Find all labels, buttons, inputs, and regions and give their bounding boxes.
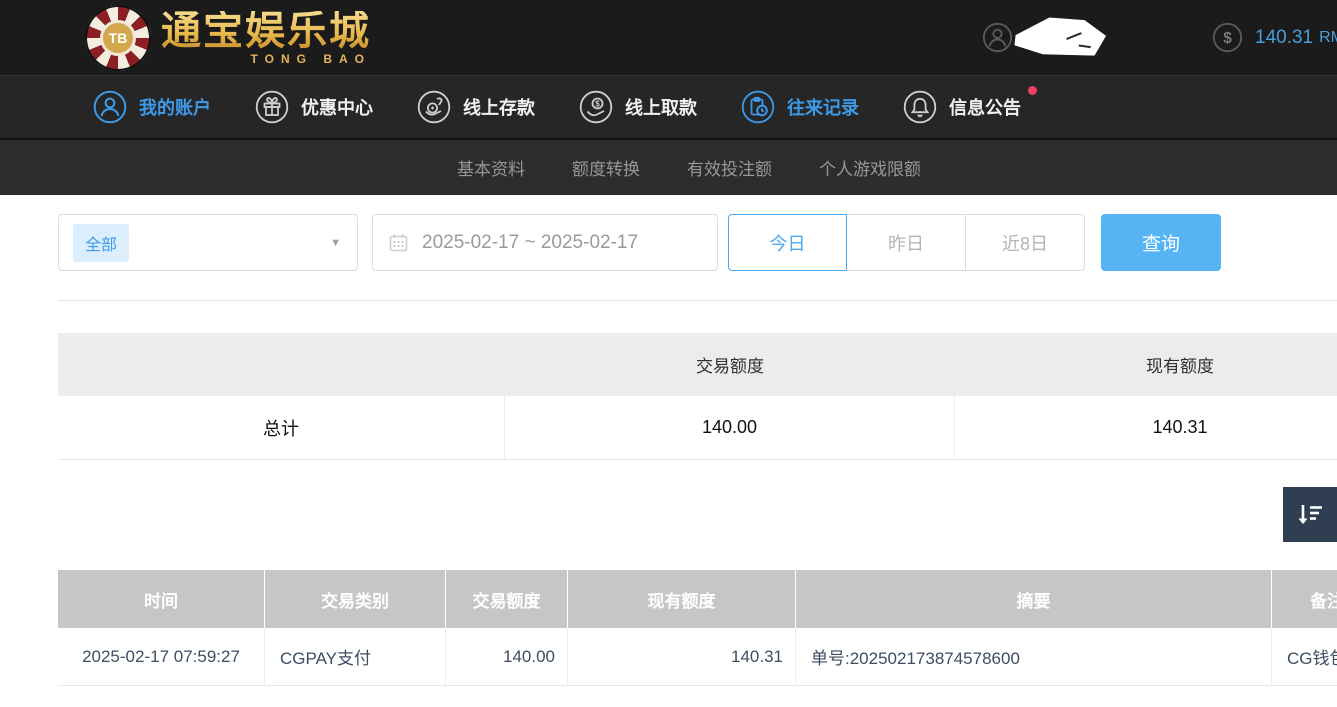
nav-item-withdraw[interactable]: $ 线上取款 bbox=[579, 90, 697, 124]
summary-col-current-amount: 现有额度 bbox=[955, 333, 1337, 396]
summary-trade-amount: 140.00 bbox=[505, 396, 955, 459]
nav-label: 往来记录 bbox=[787, 94, 859, 120]
sort-descending-button[interactable] bbox=[1283, 487, 1337, 542]
cell-summary: 单号:202502173874578600 bbox=[796, 628, 1272, 685]
summary-header-row: 交易额度 现有额度 bbox=[58, 333, 1337, 396]
sort-descending-icon bbox=[1295, 500, 1325, 530]
notification-dot bbox=[1028, 86, 1037, 95]
deposit-icon bbox=[417, 90, 451, 124]
col-remark: 备注 bbox=[1272, 570, 1337, 628]
dollar-coin-icon: $ bbox=[1212, 22, 1243, 53]
balance-currency: RMB bbox=[1319, 29, 1337, 47]
withdraw-icon: $ bbox=[579, 90, 613, 124]
nav-item-my-account[interactable]: 我的账户 bbox=[93, 90, 211, 124]
nav-item-deposit[interactable]: 线上存款 bbox=[417, 90, 535, 124]
site-subtitle: TONG BAO bbox=[161, 53, 371, 65]
chip-monogram: TB bbox=[100, 20, 136, 56]
subnav-basic-info[interactable]: 基本资料 bbox=[457, 155, 525, 180]
nav-item-records[interactable]: 往来记录 bbox=[741, 90, 859, 124]
records-table: 时间 交易类别 交易额度 现有额度 摘要 备注 2025-02-17 07:59… bbox=[58, 570, 1337, 686]
cell-trade-amount: 140.00 bbox=[446, 628, 568, 685]
chevron-down-icon: ▼ bbox=[330, 237, 341, 249]
col-type: 交易类别 bbox=[265, 570, 446, 628]
main-navigation: 我的账户 优惠中心 线上存款 $ 线上取款 bbox=[0, 75, 1337, 140]
summary-total-row: 总计 140.00 140.31 bbox=[58, 396, 1337, 460]
table-row: 2025-02-17 07:59:27 CGPAY支付 140.00 140.3… bbox=[58, 628, 1337, 686]
col-summary: 摘要 bbox=[796, 570, 1272, 628]
filter-bar: 全部 ▼ 2025-02-17 ~ 2025-02-17 今日 昨日 近8日 查… bbox=[58, 214, 1221, 271]
balance-amount: 140.31 bbox=[1255, 27, 1313, 49]
section-divider bbox=[58, 300, 1337, 301]
summary-table: 交易额度 现有额度 总计 140.00 140.31 bbox=[58, 333, 1337, 460]
summary-col-empty bbox=[58, 333, 505, 396]
cell-time: 2025-02-17 07:59:27 bbox=[58, 628, 265, 685]
gift-icon bbox=[255, 90, 289, 124]
yesterday-button[interactable]: 昨日 bbox=[847, 214, 966, 271]
summary-col-trade-amount: 交易额度 bbox=[505, 333, 955, 396]
nav-label: 线上取款 bbox=[625, 94, 697, 120]
nav-label: 优惠中心 bbox=[301, 94, 373, 120]
col-current-amount: 现有额度 bbox=[568, 570, 796, 628]
account-icon bbox=[93, 90, 127, 124]
svg-text:$: $ bbox=[595, 100, 600, 109]
top-header: TB 通宝娱乐城 TONG BAO 25 $ 140.31 RMB bbox=[0, 0, 1337, 75]
cell-remark: CG钱包 bbox=[1272, 628, 1337, 685]
calendar-icon bbox=[389, 233, 408, 252]
date-range-value: 2025-02-17 ~ 2025-02-17 bbox=[422, 232, 638, 254]
casino-chip-icon: TB bbox=[85, 5, 151, 71]
header-user-area: 25 $ 140.31 RMB bbox=[982, 0, 1337, 75]
records-icon bbox=[741, 90, 775, 124]
summary-current-amount: 140.31 bbox=[955, 396, 1337, 459]
cell-type: CGPAY支付 bbox=[265, 628, 446, 685]
svg-text:$: $ bbox=[1223, 30, 1232, 47]
col-time: 时间 bbox=[58, 570, 265, 628]
nav-item-announcements[interactable]: 信息公告 bbox=[903, 90, 1021, 124]
type-selected-chip[interactable]: 全部 bbox=[73, 224, 129, 262]
user-account[interactable]: 25 bbox=[982, 22, 1212, 53]
sub-navigation: 基本资料 额度转换 有效投注额 个人游戏限额 bbox=[0, 140, 1337, 195]
subnav-credit-transfer[interactable]: 额度转换 bbox=[572, 155, 640, 180]
col-trade-amount: 交易额度 bbox=[446, 570, 568, 628]
subnav-valid-bets[interactable]: 有效投注额 bbox=[687, 155, 772, 180]
last-8-days-button[interactable]: 近8日 bbox=[966, 214, 1085, 271]
records-header-row: 时间 交易类别 交易额度 现有额度 摘要 备注 bbox=[58, 570, 1337, 628]
nav-item-promotions[interactable]: 优惠中心 bbox=[255, 90, 373, 124]
site-title: 通宝娱乐城 bbox=[161, 11, 371, 51]
redaction-scribble bbox=[1013, 13, 1108, 61]
user-avatar-icon bbox=[982, 22, 1013, 53]
today-button[interactable]: 今日 bbox=[728, 214, 847, 271]
site-logo[interactable]: TB 通宝娱乐城 TONG BAO bbox=[85, 5, 371, 71]
cell-current-amount: 140.31 bbox=[568, 628, 796, 685]
search-button[interactable]: 查询 bbox=[1101, 214, 1221, 271]
subnav-game-limits[interactable]: 个人游戏限额 bbox=[819, 155, 921, 180]
nav-label: 线上存款 bbox=[463, 94, 535, 120]
nav-label: 我的账户 bbox=[139, 94, 211, 120]
nav-label: 信息公告 bbox=[949, 94, 1021, 120]
type-select[interactable]: 全部 ▼ bbox=[58, 214, 358, 271]
date-range-input[interactable]: 2025-02-17 ~ 2025-02-17 bbox=[372, 214, 718, 271]
bell-icon bbox=[903, 90, 937, 124]
quick-date-buttons: 今日 昨日 近8日 bbox=[728, 214, 1085, 271]
balance-display[interactable]: $ 140.31 RMB bbox=[1212, 22, 1337, 53]
summary-total-label: 总计 bbox=[58, 396, 505, 459]
